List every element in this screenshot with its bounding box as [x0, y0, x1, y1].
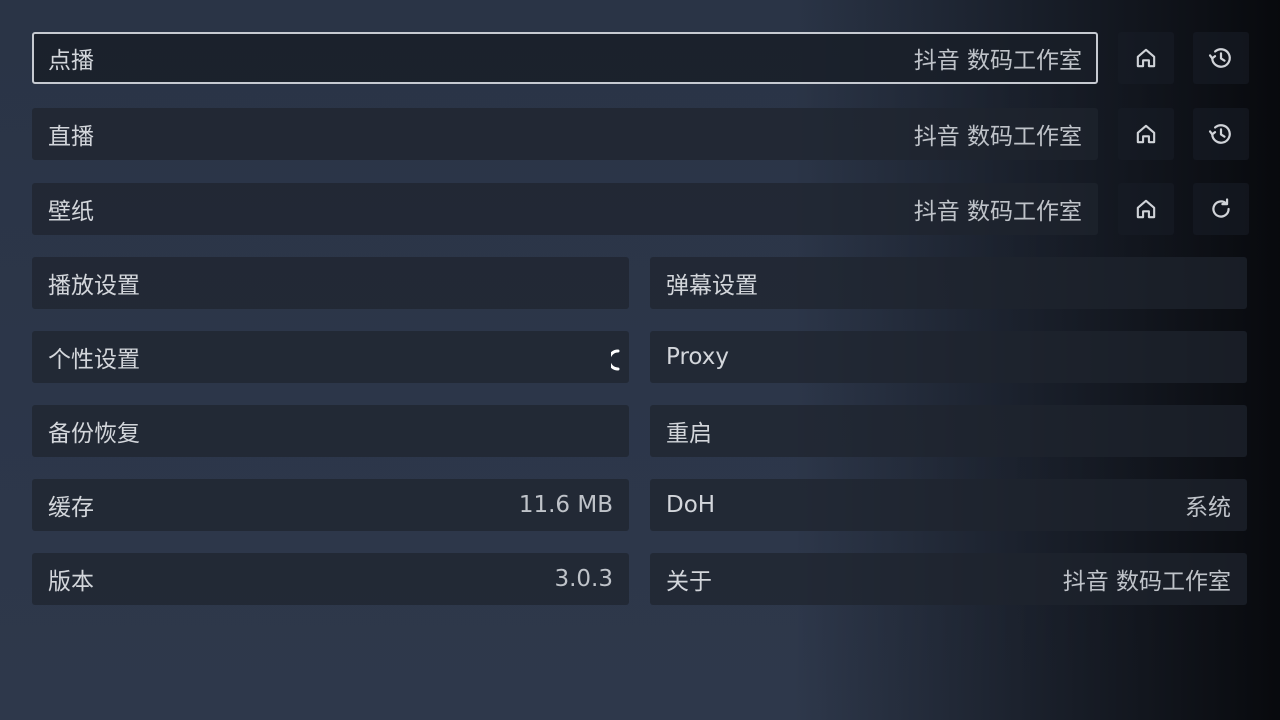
personal-settings-label: 个性设置 [48, 347, 140, 373]
wallpaper-label: 壁纸 [48, 199, 94, 225]
live-history-button[interactable] [1193, 108, 1249, 160]
cache-label: 缓存 [48, 495, 94, 521]
personal-settings-item[interactable]: 个性设置 [32, 331, 629, 383]
about-label: 关于 [666, 569, 712, 595]
doh-value: 系统 [1185, 495, 1231, 521]
grid-row-5: 版本 3.0.3 关于 抖音 数码工作室 [32, 553, 1247, 605]
version-value: 3.0.3 [554, 566, 613, 592]
danmaku-settings-item[interactable]: 弹幕设置 [650, 257, 1247, 309]
live-label: 直播 [48, 124, 94, 150]
cache-value: 11.6 MB [518, 492, 613, 518]
grid-row-2: 个性设置 Proxy [32, 331, 1247, 383]
restart-label: 重启 [666, 421, 712, 447]
home-icon [1136, 124, 1156, 144]
danmaku-settings-label: 弹幕设置 [666, 273, 758, 299]
wallpaper-home-button[interactable] [1118, 183, 1174, 235]
proxy-label: Proxy [666, 344, 730, 370]
wallpaper-value: 抖音 数码工作室 [913, 199, 1082, 225]
backup-restore-item[interactable]: 备份恢复 [32, 405, 629, 457]
doh-label: DoH [666, 492, 716, 518]
settings-screen: 点播 抖音 数码工作室 直播 抖音 数码工作室 壁纸 抖音 数码工作室 播放设置… [0, 0, 1280, 720]
version-label: 版本 [48, 569, 94, 595]
wallpaper-source-item[interactable]: 壁纸 抖音 数码工作室 [32, 183, 1098, 235]
proxy-item[interactable]: Proxy [650, 331, 1247, 383]
live-source-item[interactable]: 直播 抖音 数码工作室 [32, 108, 1098, 160]
loading-spinner-icon [611, 349, 620, 371]
vod-source-item[interactable]: 点播 抖音 数码工作室 [32, 32, 1098, 84]
wallpaper-row: 壁纸 抖音 数码工作室 [32, 183, 1249, 235]
play-settings-label: 播放设置 [48, 273, 140, 299]
vod-history-button[interactable] [1193, 32, 1249, 84]
grid-row-3: 备份恢复 重启 [32, 405, 1247, 457]
live-home-button[interactable] [1118, 108, 1174, 160]
about-item[interactable]: 关于 抖音 数码工作室 [650, 553, 1247, 605]
refresh-icon [1212, 198, 1230, 218]
about-value: 抖音 数码工作室 [1062, 569, 1231, 595]
live-row: 直播 抖音 数码工作室 [32, 108, 1249, 160]
vod-home-button[interactable] [1118, 32, 1174, 84]
home-icon [1136, 199, 1156, 219]
vod-row: 点播 抖音 数码工作室 [32, 32, 1249, 84]
home-icon [1136, 48, 1156, 68]
wallpaper-refresh-button[interactable] [1193, 183, 1249, 235]
vod-value: 抖音 数码工作室 [913, 48, 1082, 74]
history-icon [1208, 48, 1231, 68]
cache-item[interactable]: 缓存 11.6 MB [32, 479, 629, 531]
version-item[interactable]: 版本 3.0.3 [32, 553, 629, 605]
play-settings-item[interactable]: 播放设置 [32, 257, 629, 309]
doh-item[interactable]: DoH 系统 [650, 479, 1247, 531]
grid-row-4: 缓存 11.6 MB DoH 系统 [32, 479, 1247, 531]
backup-restore-label: 备份恢复 [48, 421, 140, 447]
history-icon [1208, 124, 1231, 144]
live-value: 抖音 数码工作室 [913, 124, 1082, 150]
restart-item[interactable]: 重启 [650, 405, 1247, 457]
grid-row-1: 播放设置 弹幕设置 [32, 257, 1247, 309]
vod-label: 点播 [48, 48, 94, 74]
